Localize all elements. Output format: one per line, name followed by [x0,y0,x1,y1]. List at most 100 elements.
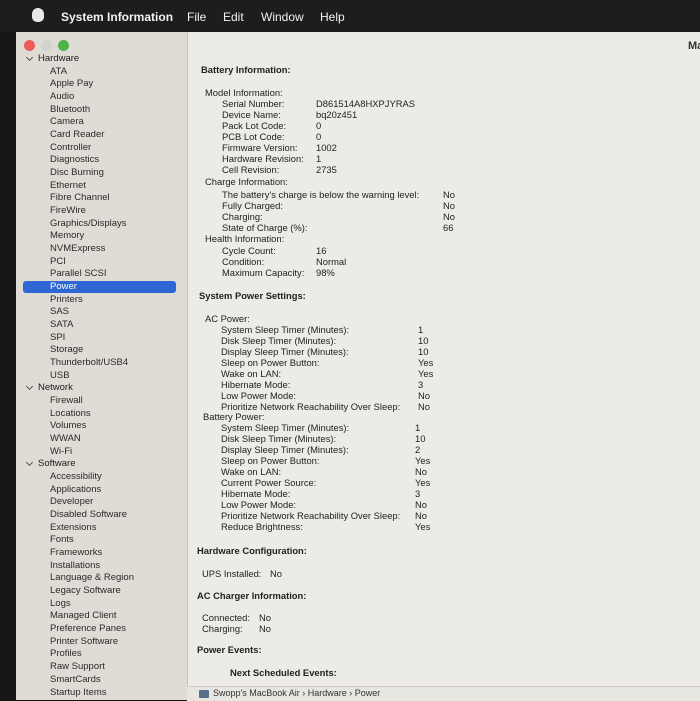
disclosure-chevron-icon[interactable] [25,383,34,391]
sidebar-item-fibre-channel[interactable]: Fibre Channel [50,192,110,204]
setting-value: 10 [418,346,429,357]
sidebar-item-printer-software[interactable]: Printer Software [50,636,118,648]
sidebar-item-sas[interactable]: SAS [50,306,69,318]
sidebar-item-memory[interactable]: Memory [50,230,84,242]
setting-label: Reduce Brightness: [221,521,303,532]
setting-label: Wake on LAN: [221,368,282,379]
menu-help[interactable]: Help [320,10,345,24]
sidebar-item-wwan[interactable]: WWAN [50,433,81,445]
sidebar-item-smartcards[interactable]: SmartCards [50,674,101,686]
fully-charged-label: Fully Charged: [222,200,283,211]
sidebar-group-hardware[interactable]: Hardware [38,53,79,65]
sidebar-item-legacy-software[interactable]: Legacy Software [50,585,121,597]
setting-value: 10 [418,335,429,346]
sidebar-item-ethernet[interactable]: Ethernet [50,180,86,192]
sidebar-item-accessibility[interactable]: Accessibility [50,471,102,483]
apple-icon[interactable] [32,8,44,22]
fully-charged-value: No [443,200,455,211]
sidebar-item-power[interactable]: Power [23,281,176,294]
section-hardware-configuration: Hardware Configuration: [197,545,307,556]
menu-edit[interactable]: Edit [223,10,244,24]
sidebar-item-printers[interactable]: Printers [50,294,83,306]
firmware-version-label: Firmware Version: [222,142,298,153]
sidebar-group-network[interactable]: Network [38,382,73,394]
setting-value: 3 [418,379,424,390]
setting-value: Yes [415,521,431,532]
disclosure-chevron-icon[interactable] [25,53,34,62]
sidebar[interactable]: Hardware ATA Apple Pay Audio Bluetooth Camera… [16,32,188,700]
charger-charging-label: Charging: [202,623,243,634]
menu-file[interactable]: File [187,10,206,24]
sidebar-item-startup-items[interactable]: Startup Items [50,687,107,699]
sidebar-item-thunderbolt-usb4[interactable]: Thunderbolt/USB4 [50,357,128,369]
sidebar-item-bluetooth[interactable]: Bluetooth [50,104,90,116]
sidebar-item-firewire[interactable]: FireWire [50,205,86,217]
device-name-value: bq20z451 [316,109,358,120]
sidebar-item-camera[interactable]: Camera [50,116,84,128]
setting-value: No [415,510,427,521]
setting-label: Hibernate Mode: [221,488,291,499]
sidebar-item-logs[interactable]: Logs [50,598,71,610]
sidebar-item-language-region[interactable]: Language & Region [50,572,134,584]
sidebar-item-graphics-displays[interactable]: Graphics/Displays [50,218,127,230]
menu-window[interactable]: Window [261,10,304,24]
minimize-button[interactable] [41,40,52,51]
sidebar-item-usb[interactable]: USB [50,370,70,382]
sidebar-item-profiles[interactable]: Profiles [50,648,82,660]
charger-charging-value: No [259,623,271,634]
sidebar-item-firewall[interactable]: Firewall [50,395,83,407]
sidebar-item-storage[interactable]: Storage [50,344,83,356]
path-bar-text[interactable]: Swopp's MacBook Air › Hardware › Power [213,688,380,698]
setting-label: Sleep on Power Button: [221,357,320,368]
sidebar-item-applications[interactable]: Applications [50,484,101,496]
pcb-lot-code-value: 0 [316,131,322,142]
sidebar-item-sata[interactable]: SATA [50,319,73,331]
setting-value: Yes [418,357,434,368]
sidebar-item-raw-support[interactable]: Raw Support [50,661,105,673]
sidebar-item-developer[interactable]: Developer [50,496,93,508]
sidebar-group-software[interactable]: Software [38,458,76,470]
sidebar-item-controller[interactable]: Controller [50,142,91,154]
cell-revision-value: 2735 [316,164,337,175]
condition-label: Condition: [222,256,265,267]
setting-value: 2 [415,444,421,455]
sidebar-item-audio[interactable]: Audio [50,91,74,103]
ac-power-heading: AC Power: [205,313,250,324]
disclosure-chevron-icon[interactable] [25,459,34,467]
menu-app-name[interactable]: System Information [61,10,173,24]
sidebar-item-preference-panes[interactable]: Preference Panes [50,623,126,635]
sidebar-item-ata[interactable]: ATA [50,66,67,78]
sidebar-item-installations[interactable]: Installations [50,560,100,572]
sidebar-item-spi[interactable]: SPI [50,332,65,344]
sidebar-item-card-reader[interactable]: Card Reader [50,129,104,141]
sidebar-item-frameworks[interactable]: Frameworks [50,547,102,559]
sidebar-item-pci[interactable]: PCI [50,256,66,268]
sidebar-item-parallel-scsi[interactable]: Parallel SCSI [50,268,107,280]
setting-value: No [418,390,430,401]
sidebar-item-wi-fi[interactable]: Wi-Fi [50,446,72,458]
setting-value: 1 [418,324,424,335]
sidebar-item-apple-pay[interactable]: Apple Pay [50,78,93,90]
section-ac-charger-information: AC Charger Information: [197,590,307,601]
serial-number-label: Serial Number: [222,98,285,109]
sidebar-item-managed-client[interactable]: Managed Client [50,610,117,622]
sidebar-item-disc-burning[interactable]: Disc Burning [50,167,104,179]
zoom-button[interactable] [58,40,69,51]
sidebar-item-nvmexpress[interactable]: NVMExpress [50,243,105,255]
setting-value: No [418,401,430,412]
connected-value: No [259,612,271,623]
setting-value: 1 [415,422,421,433]
close-button[interactable] [24,40,35,51]
sidebar-item-locations[interactable]: Locations [50,408,91,420]
setting-label: System Sleep Timer (Minutes): [221,324,350,335]
computer-icon [199,690,209,698]
sidebar-item-fonts[interactable]: Fonts [50,534,74,546]
setting-label: Hibernate Mode: [221,379,291,390]
sidebar-item-extensions[interactable]: Extensions [50,522,96,534]
sidebar-item-disabled-software[interactable]: Disabled Software [50,509,127,521]
sidebar-item-diagnostics[interactable]: Diagnostics [50,154,99,166]
sidebar-item-volumes[interactable]: Volumes [50,420,86,432]
ups-installed-label: UPS Installed: [202,568,262,579]
firmware-version-value: 1002 [316,142,337,153]
section-battery-information: Battery Information: [201,64,291,75]
